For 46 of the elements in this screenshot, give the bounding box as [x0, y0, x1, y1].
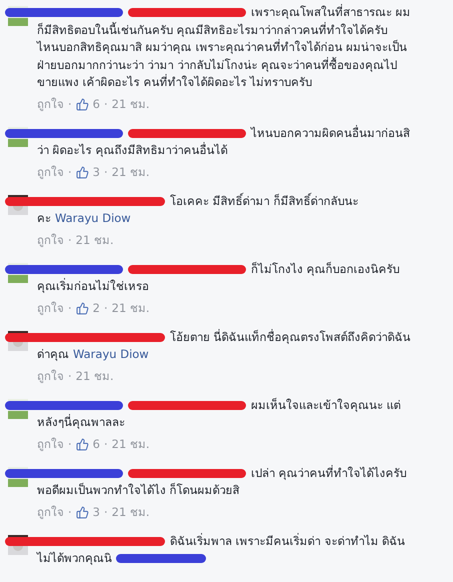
- comment-text: โอ้ยตาย นี่ดิฉันแท็กชื่อคุณตรงโพสต์ถึงคิดว่าดิฉันด่าคุณ Warayu Diow: [37, 328, 413, 364]
- like-link[interactable]: ถูกใจ: [37, 96, 64, 114]
- like-count: 3: [92, 504, 100, 521]
- like-link[interactable]: ถูกใจ: [37, 504, 64, 522]
- like-count: 6: [92, 96, 100, 113]
- thumbs-up-icon: [76, 506, 89, 519]
- like-link[interactable]: ถูกใจ: [37, 436, 64, 454]
- separator-dot: ·: [68, 368, 72, 385]
- separator-dot: ·: [104, 164, 108, 181]
- profile-link[interactable]: Warayu Diow: [73, 347, 149, 361]
- separator-dot: ·: [104, 504, 108, 521]
- separator-dot: ·: [68, 436, 72, 453]
- comment-text: เปล่า คุณว่าคนที่ทำใจได้ไงครับ พอดีผมเป็นพวกทำใจได้ไง ก็โดนผมด้วยสิ: [37, 464, 413, 500]
- comment-time[interactable]: 21 ชม.: [112, 504, 150, 522]
- comment-time[interactable]: 21 ชม.: [112, 436, 150, 454]
- separator-dot: ·: [104, 300, 108, 317]
- like-link[interactable]: ถูกใจ: [37, 232, 64, 250]
- comment-time[interactable]: 21 ชม.: [112, 96, 150, 114]
- comment-time[interactable]: 21 ชม.: [112, 300, 150, 318]
- separator-dot: ·: [68, 300, 72, 317]
- comment-time[interactable]: 21 ชม.: [76, 232, 114, 250]
- separator-dot: ·: [68, 504, 72, 521]
- separator-dot: ·: [104, 436, 108, 453]
- separator-dot: ·: [104, 96, 108, 113]
- comment-text: เพราะคุณโพสในที่สาธารณะ ผมก็มีสิทธิตอบในนี้เช่นกันครับ คุณมีสิทธิอะไรมาว่ากล่าวคนที่ทำใจได้ครับ ไหนบอกสิทธิคุณมาสิ ผมว่าคุณ เพราะคุณว่าคนที่ทำใจได้ก่อน ผมน่าจะเป็นฝ่ายบอกมากกว่านะว่า ว่ามา ว่ากลับไม่โกงน่ะ คุณจะว่าคนที่ซื้อของคุณไปขายแพง เค้าผิดอะไร คนที่ทำใจได้ผิดอะไร ไม่ทราบครับ: [37, 4, 413, 92]
- separator-dot: ·: [68, 164, 72, 181]
- profile-link[interactable]: Warayu Diow: [55, 211, 131, 225]
- thumbs-up-icon: [76, 98, 89, 111]
- like-link[interactable]: ถูกใจ: [37, 300, 64, 318]
- thumbs-up-icon: [76, 302, 89, 315]
- comment-text: ดิฉันเริ่มพาล เพราะมีคนเริ่มด่า จะด่าทำไม ดิฉันไม่ได้พวกคุณนิ: [37, 532, 413, 568]
- like-count: 2: [92, 300, 100, 317]
- like-count: 6: [92, 436, 100, 453]
- comment-text: ผมเห็นใจและเข้าใจคุณนะ แต่หลังๆนี่คุณพาลละ: [37, 396, 413, 432]
- separator-dot: ·: [68, 96, 72, 113]
- comment-text: ก็ไม่โกงไง คุณก็บอกเองนิครับ คุณเริ่มก่อนไม่ใช่เหรอ: [37, 260, 413, 296]
- comment-text: โอเคคะ มีสิทธิ์ด่ามา ก็มีสิทธิ์ด่ากลับนะคะ Warayu Diow: [37, 192, 413, 228]
- thumbs-up-icon: [76, 166, 89, 179]
- like-link[interactable]: ถูกใจ: [37, 368, 64, 386]
- comment-time[interactable]: 21 ชม.: [112, 164, 150, 182]
- separator-dot: ·: [68, 232, 72, 249]
- thumbs-up-icon: [76, 438, 89, 451]
- comment-time[interactable]: 21 ชม.: [76, 368, 114, 386]
- like-link[interactable]: ถูกใจ: [37, 164, 64, 182]
- comment-text: ไหนบอกความผิดคนอื่นมาก่อนสิว่า ผิดอะไร คุณถึงมีสิทธิมาว่าคนอื่นได้: [37, 124, 413, 160]
- like-count: 3: [92, 164, 100, 181]
